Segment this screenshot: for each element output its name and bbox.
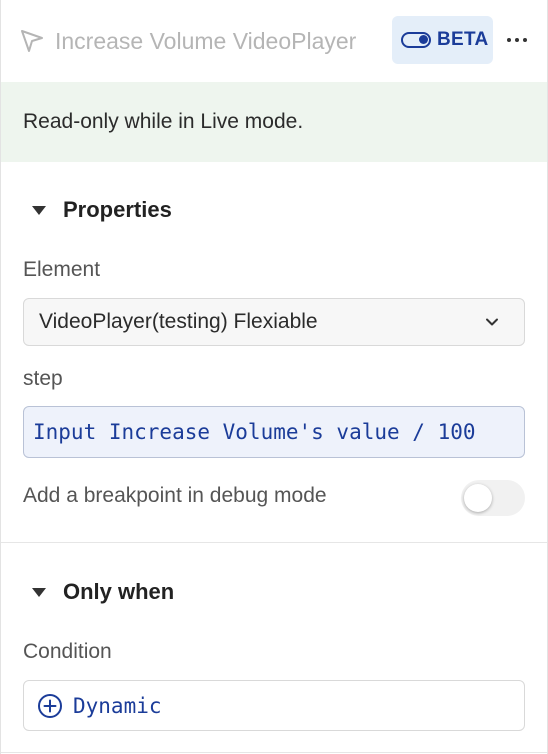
plus-circle-icon [38,693,62,718]
properties-section-toggle[interactable]: Properties [23,197,172,223]
step-expression-field[interactable]: Input Increase Volume's value / 100 [23,406,525,458]
step-label: step [23,367,63,390]
condition-dynamic-field[interactable]: Dynamic [23,680,525,731]
element-select-value: VideoPlayer(testing) Flexiable [39,310,318,333]
properties-section-title: Properties [63,197,172,222]
more-horizontal-icon [507,38,511,42]
beta-label: BETA [437,29,489,50]
bottom-divider [1,752,547,753]
condition-dynamic-label: Dynamic [73,693,162,718]
caret-down-icon [32,205,46,215]
beta-toggle-button[interactable]: BETA [392,16,493,64]
only-when-section-toggle[interactable]: Only when [23,579,174,605]
step-expression-value: Input Increase Volume's value / 100 [33,420,476,444]
more-options-button[interactable] [501,26,533,54]
element-label: Element [23,258,101,281]
workflow-action-panel: Increase Volume VideoPlayer BETA Read-on… [0,0,548,754]
panel-header: Increase Volume VideoPlayer BETA [1,0,547,82]
breakpoint-label: Add a breakpoint in debug mode [23,484,327,507]
section-divider [1,542,547,543]
breakpoint-toggle[interactable] [461,480,525,516]
only-when-section-title: Only when [63,579,175,604]
chevron-down-icon [486,318,498,326]
cursor-pointer-icon [21,30,43,52]
notice-text: Read-only while in Live mode. [23,110,304,133]
action-title: Increase Volume VideoPlayer [55,28,357,54]
caret-down-icon [32,587,46,597]
element-select[interactable]: VideoPlayer(testing) Flexiable [23,298,525,346]
toggle-knob [464,484,492,512]
condition-label: Condition [23,640,112,663]
live-mode-notice: Read-only while in Live mode. [1,82,547,162]
toggle-icon [401,32,431,48]
